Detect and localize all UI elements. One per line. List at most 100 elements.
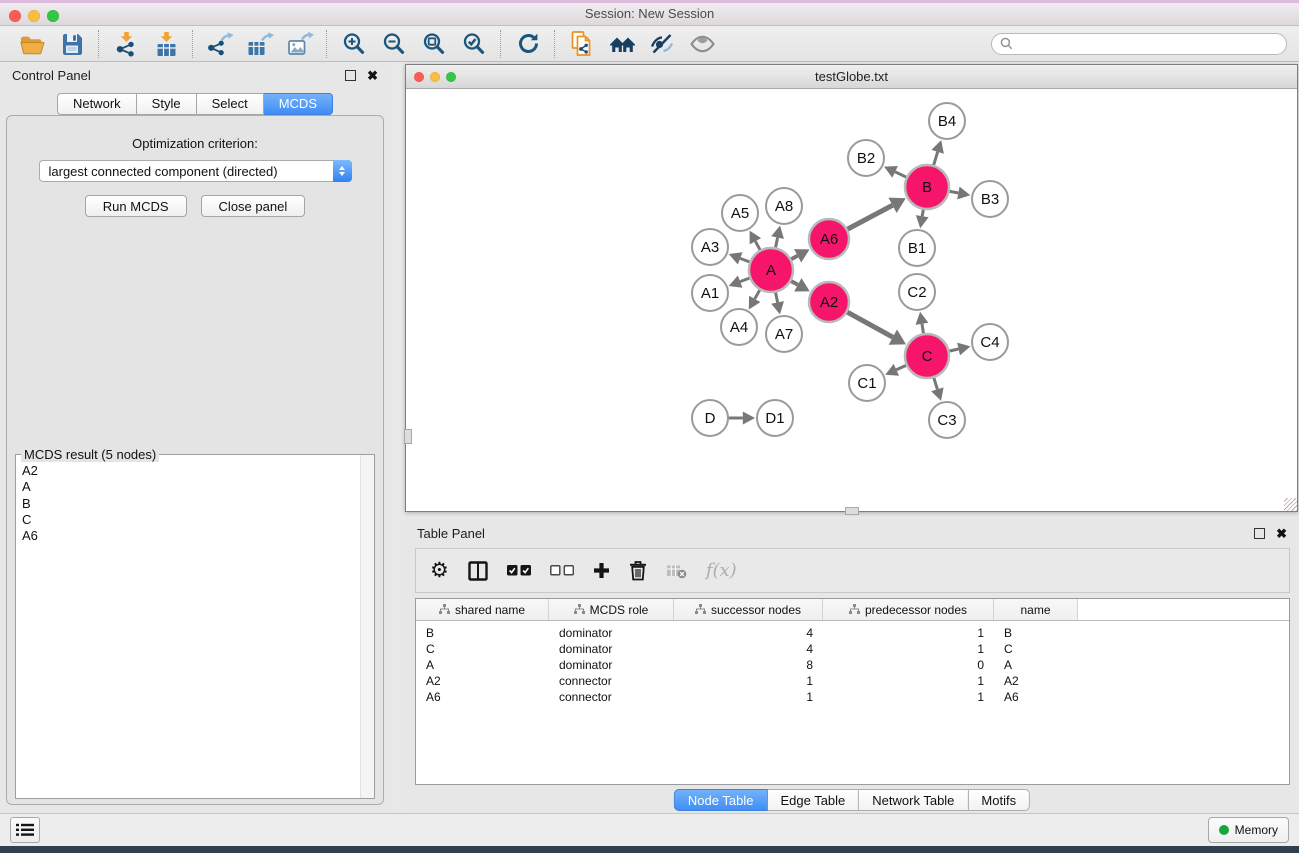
graph-node-A8[interactable]: A8 <box>766 188 802 224</box>
graph-node-D1[interactable]: D1 <box>757 400 793 436</box>
graph-edge[interactable] <box>790 281 798 285</box>
tab-style[interactable]: Style <box>137 93 197 115</box>
graph-node-A6[interactable]: A6 <box>809 219 849 259</box>
graph-edge[interactable] <box>896 365 907 370</box>
zoom-window-button[interactable] <box>47 10 59 22</box>
graph-node-A1[interactable]: A1 <box>692 275 728 311</box>
column-header-predecessor-nodes[interactable]: predecessor nodes <box>823 599 994 620</box>
resize-grip[interactable] <box>1284 498 1297 511</box>
graph-node-B2[interactable]: B2 <box>848 140 884 176</box>
function-builder-button[interactable]: f(x) <box>706 560 737 581</box>
column-header-MCDS-role[interactable]: MCDS role <box>549 599 674 620</box>
zoom-network-window-button[interactable] <box>446 72 456 82</box>
table-row[interactable]: Cdominator41C <box>416 641 1289 657</box>
tab-network-table[interactable]: Network Table <box>859 789 968 811</box>
graph-edge[interactable] <box>775 238 777 249</box>
graph-edge[interactable] <box>847 205 893 229</box>
search-input[interactable] <box>1018 36 1278 52</box>
graph-node-A4[interactable]: A4 <box>721 309 757 345</box>
graph-node-D[interactable]: D <box>692 400 728 436</box>
import-table-button[interactable] <box>146 29 186 59</box>
graph-node-A3[interactable]: A3 <box>692 229 728 265</box>
tab-motifs[interactable]: Motifs <box>968 789 1030 811</box>
graph-node-C2[interactable]: C2 <box>899 274 935 310</box>
graph-edge[interactable] <box>933 152 937 166</box>
graph-node-B3[interactable]: B3 <box>972 181 1008 217</box>
close-network-window-button[interactable] <box>414 72 424 82</box>
show-graphics-button[interactable] <box>682 29 722 59</box>
home-views-button[interactable] <box>602 29 642 59</box>
task-history-button[interactable] <box>10 817 40 843</box>
graph-node-C1[interactable]: C1 <box>849 365 885 401</box>
graph-node-C3[interactable]: C3 <box>929 402 965 438</box>
save-session-button[interactable] <box>52 29 92 59</box>
graph-node-A5[interactable]: A5 <box>722 195 758 231</box>
graph-edge[interactable] <box>948 349 958 351</box>
column-header-name[interactable]: name <box>994 599 1078 620</box>
tab-node-table[interactable]: Node Table <box>674 789 768 811</box>
export-image-button[interactable] <box>280 29 320 59</box>
network-canvas[interactable]: B4 B2 B B3 A8A5 A6 A3 B1 A A1 C2 A2 A4A7 C4 C C1 C3 D D1 <box>406 89 1297 510</box>
table-settings-button[interactable]: ⚙ <box>430 560 449 581</box>
zoom-selected-button[interactable] <box>454 29 494 59</box>
close-window-button[interactable] <box>9 10 21 22</box>
graph-node-A7[interactable]: A7 <box>766 316 802 352</box>
column-header-shared-name[interactable]: shared name <box>416 599 549 620</box>
zoom-in-button[interactable] <box>334 29 374 59</box>
graph-node-B4[interactable]: B4 <box>929 103 965 139</box>
hide-graphics-button[interactable] <box>642 29 682 59</box>
vertical-scroll-thumb[interactable] <box>404 429 412 444</box>
float-panel-icon[interactable] <box>345 70 356 81</box>
minimize-network-window-button[interactable] <box>430 72 440 82</box>
graph-node-A2[interactable]: A2 <box>809 282 849 322</box>
select-all-button[interactable] <box>507 565 531 576</box>
graph-edge[interactable] <box>740 258 750 262</box>
import-network-button[interactable] <box>106 29 146 59</box>
tab-mcds[interactable]: MCDS <box>264 93 333 115</box>
graph-edge[interactable] <box>895 172 907 178</box>
graph-node-A[interactable]: A <box>749 248 793 292</box>
tab-edge-table[interactable]: Edge Table <box>767 789 859 811</box>
graph-edge[interactable] <box>847 312 893 338</box>
graph-edge[interactable] <box>949 191 959 193</box>
zoom-fit-button[interactable] <box>414 29 454 59</box>
result-scrollbar[interactable] <box>360 455 374 798</box>
minimize-window-button[interactable] <box>28 10 40 22</box>
delete-column-button[interactable] <box>629 560 647 581</box>
run-mcds-button[interactable]: Run MCDS <box>85 195 187 217</box>
criterion-select[interactable]: largest connected component (directed) <box>39 160 352 182</box>
graph-edge[interactable] <box>740 278 750 282</box>
add-column-button[interactable] <box>593 562 610 579</box>
graph-node-C[interactable]: C <box>905 334 949 378</box>
table-row[interactable]: A2connector11A2 <box>416 673 1289 689</box>
close-table-panel-icon[interactable]: ✖ <box>1276 527 1287 540</box>
graph-node-C4[interactable]: C4 <box>972 324 1008 360</box>
export-network-button[interactable] <box>200 29 240 59</box>
graph-node-B[interactable]: B <box>905 165 949 209</box>
open-session-button[interactable] <box>12 29 52 59</box>
graph-edge[interactable] <box>755 289 760 299</box>
close-panel-icon[interactable]: ✖ <box>367 69 378 82</box>
table-row[interactable]: A6connector11A6 <box>416 689 1289 705</box>
tab-select[interactable]: Select <box>197 93 264 115</box>
refresh-view-button[interactable] <box>508 29 548 59</box>
delete-table-button[interactable] <box>666 563 687 579</box>
export-table-button[interactable] <box>240 29 280 59</box>
column-header-successor-nodes[interactable]: successor nodes <box>674 599 823 620</box>
close-panel-button[interactable]: Close panel <box>201 195 306 217</box>
memory-button[interactable]: Memory <box>1208 817 1289 843</box>
graph-edge[interactable] <box>775 292 777 303</box>
graph-edge[interactable] <box>755 241 760 250</box>
clone-network-button[interactable] <box>562 29 602 59</box>
zoom-out-button[interactable] <box>374 29 414 59</box>
graph-edge[interactable] <box>934 377 938 389</box>
graph-node-B1[interactable]: B1 <box>899 230 935 266</box>
deselect-all-button[interactable] <box>550 565 574 576</box>
tab-network[interactable]: Network <box>57 93 137 115</box>
horizontal-scroll-thumb[interactable] <box>845 507 859 515</box>
select-columns-button[interactable] <box>468 561 488 581</box>
table-row[interactable]: Bdominator41B <box>416 625 1289 641</box>
float-table-panel-icon[interactable] <box>1254 528 1265 539</box>
graph-edge[interactable] <box>922 324 924 334</box>
table-row[interactable]: Adominator80A <box>416 657 1289 673</box>
